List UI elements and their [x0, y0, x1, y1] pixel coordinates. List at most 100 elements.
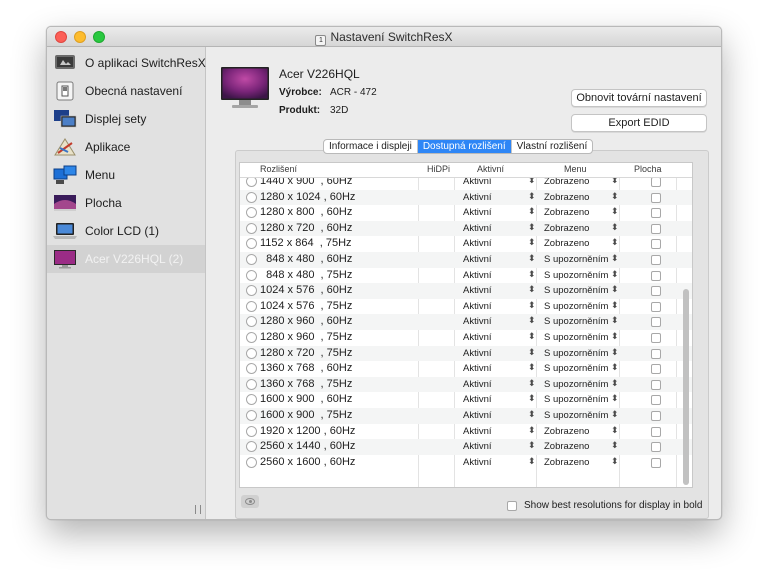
- resolution-radio[interactable]: [246, 378, 257, 390]
- sidebar-item-general[interactable]: Obecná nastavení: [47, 77, 205, 105]
- menu-select[interactable]: S upozorněním: [544, 301, 608, 312]
- desktop-checkbox[interactable]: [651, 379, 661, 390]
- active-select[interactable]: Aktivní: [463, 379, 492, 390]
- resolution-radio[interactable]: [246, 409, 257, 421]
- menu-select[interactable]: S upozorněním: [544, 254, 608, 265]
- active-select[interactable]: Aktivní: [463, 332, 492, 343]
- resolution-radio[interactable]: [246, 441, 257, 453]
- active-select[interactable]: Aktivní: [463, 410, 492, 421]
- resolution-radio[interactable]: [246, 269, 257, 281]
- desktop-checkbox[interactable]: [651, 332, 661, 343]
- tab-custom-resolutions[interactable]: Vlastní rozlišení: [510, 140, 593, 153]
- column-header-menu[interactable]: Menu: [564, 164, 587, 174]
- resolution-radio[interactable]: [246, 300, 257, 312]
- active-select[interactable]: Aktivní: [463, 192, 492, 203]
- active-select[interactable]: Aktivní: [463, 285, 492, 296]
- sidebar-item-applications[interactable]: Aplikace: [47, 133, 205, 161]
- desktop-checkbox[interactable]: [651, 364, 661, 375]
- active-select[interactable]: Aktivní: [463, 316, 492, 327]
- table-row[interactable]: 1360 x 768 , 75Hz Aktivní ⬍ S upozorněním ⬍: [240, 376, 692, 393]
- resolution-radio[interactable]: [246, 425, 257, 437]
- resolution-radio[interactable]: [246, 394, 257, 406]
- menu-select[interactable]: S upozorněním: [544, 410, 608, 421]
- active-select[interactable]: Aktivní: [463, 270, 492, 281]
- resolution-radio[interactable]: [246, 222, 257, 234]
- active-select[interactable]: Aktivní: [463, 426, 492, 437]
- table-row[interactable]: 1280 x 960 , 75Hz Aktivní ⬍ S upozorněním ⬍: [240, 330, 692, 346]
- table-row[interactable]: 1024 x 576 , 75Hz Aktivní ⬍ S upozorněním ⬍: [240, 299, 692, 315]
- resolution-radio[interactable]: [246, 191, 257, 203]
- menu-select[interactable]: Zobrazeno: [544, 192, 589, 203]
- table-row[interactable]: 1280 x 720 , 75Hz Aktivní ⬍ S upozorněním ⬍: [240, 345, 692, 362]
- resolution-radio[interactable]: [246, 238, 257, 250]
- menu-select[interactable]: S upozorněním: [544, 379, 608, 390]
- bold-resolutions-checkbox[interactable]: [507, 501, 517, 511]
- menu-select[interactable]: S upozorněním: [544, 270, 608, 281]
- active-select[interactable]: Aktivní: [463, 348, 492, 359]
- column-header-active[interactable]: Aktivní: [477, 164, 504, 174]
- sidebar-item-display-sets[interactable]: Displej sety: [47, 105, 205, 133]
- desktop-checkbox[interactable]: [651, 442, 661, 453]
- desktop-checkbox[interactable]: [651, 286, 661, 297]
- menu-select[interactable]: Zobrazeno: [544, 207, 589, 218]
- menu-select[interactable]: Zobrazeno: [544, 441, 589, 452]
- desktop-checkbox[interactable]: [651, 426, 661, 437]
- menu-select[interactable]: S upozorněním: [544, 348, 608, 359]
- table-row[interactable]: 1600 x 900 , 75Hz Aktivní ⬍ S upozorněním ⬍: [240, 407, 692, 424]
- menu-select[interactable]: Zobrazeno: [544, 457, 589, 468]
- menu-select[interactable]: S upozorněním: [544, 394, 608, 405]
- desktop-checkbox[interactable]: [651, 410, 661, 421]
- resolution-radio[interactable]: [246, 347, 257, 359]
- sidebar-resize-handle[interactable]: [195, 505, 201, 514]
- column-header-resolution[interactable]: Rozlišení: [260, 164, 297, 174]
- table-row[interactable]: 1280 x 1024 , 60Hz Aktivní ⬍ Zobrazeno ⬍: [240, 189, 692, 206]
- desktop-checkbox[interactable]: [651, 348, 661, 359]
- sidebar-item-menu[interactable]: Menu: [47, 161, 205, 189]
- table-row[interactable]: 2560 x 1440 , 60Hz Aktivní ⬍ Zobrazeno ⬍: [240, 439, 692, 455]
- desktop-checkbox[interactable]: [651, 270, 661, 281]
- active-select[interactable]: Aktivní: [463, 301, 492, 312]
- resolution-radio[interactable]: [246, 285, 257, 297]
- preview-button[interactable]: [241, 495, 259, 508]
- menu-select[interactable]: S upozorněním: [544, 316, 608, 327]
- menu-select[interactable]: S upozorněním: [544, 285, 608, 296]
- active-select[interactable]: Aktivní: [463, 457, 492, 468]
- table-row[interactable]: 1360 x 768 , 60Hz Aktivní ⬍ S upozorněním ⬍: [240, 361, 692, 377]
- desktop-checkbox[interactable]: [651, 254, 661, 265]
- resolution-radio[interactable]: [246, 253, 257, 265]
- menu-select[interactable]: Zobrazeno: [544, 223, 589, 234]
- table-row[interactable]: 1600 x 900 , 60Hz Aktivní ⬍ S upozorněním ⬍: [240, 392, 692, 408]
- table-row[interactable]: 848 x 480 , 60Hz Aktivní ⬍ S upozorněním ⬍: [240, 251, 692, 268]
- column-header-desktop[interactable]: Plocha: [634, 164, 662, 174]
- resolution-radio[interactable]: [246, 331, 257, 343]
- column-header-hidpi[interactable]: HiDPi: [427, 164, 450, 174]
- menu-select[interactable]: S upozorněním: [544, 363, 608, 374]
- desktop-checkbox[interactable]: [651, 301, 661, 312]
- active-select[interactable]: Aktivní: [463, 207, 492, 218]
- active-select[interactable]: Aktivní: [463, 363, 492, 374]
- sidebar-item-desktop[interactable]: Plocha: [47, 189, 205, 217]
- desktop-checkbox[interactable]: [651, 223, 661, 234]
- table-row[interactable]: 1280 x 800 , 60Hz Aktivní ⬍ Zobrazeno ⬍: [240, 205, 692, 221]
- active-select[interactable]: Aktivní: [463, 238, 492, 249]
- table-scrollbar[interactable]: [683, 289, 689, 485]
- sidebar-item-about[interactable]: O aplikaci SwitchResX: [47, 49, 206, 77]
- resolution-radio[interactable]: [246, 207, 257, 219]
- desktop-checkbox[interactable]: [651, 208, 661, 219]
- menu-select[interactable]: Zobrazeno: [544, 238, 589, 249]
- menu-select[interactable]: Zobrazeno: [544, 426, 589, 437]
- table-row[interactable]: 1920 x 1200 , 60Hz Aktivní ⬍ Zobrazeno ⬍: [240, 424, 692, 440]
- table-row[interactable]: 2560 x 1600 , 60Hz Aktivní ⬍ Zobrazeno ⬍: [240, 455, 692, 471]
- table-row[interactable]: 1024 x 576 , 60Hz Aktivní ⬍ S upozorněním ⬍: [240, 283, 692, 299]
- active-select[interactable]: Aktivní: [463, 441, 492, 452]
- desktop-checkbox[interactable]: [651, 395, 661, 406]
- desktop-checkbox[interactable]: [651, 239, 661, 250]
- desktop-checkbox[interactable]: [651, 317, 661, 328]
- export-edid-button[interactable]: Export EDID: [571, 114, 707, 132]
- table-row[interactable]: 1280 x 720 , 60Hz Aktivní ⬍ Zobrazeno ⬍: [240, 220, 692, 237]
- reset-defaults-button[interactable]: Obnovit tovární nastavení: [571, 89, 707, 107]
- active-select[interactable]: Aktivní: [463, 223, 492, 234]
- menu-select[interactable]: S upozorněním: [544, 332, 608, 343]
- tab-display-info[interactable]: Informace i displeji: [324, 140, 417, 153]
- desktop-checkbox[interactable]: [651, 192, 661, 203]
